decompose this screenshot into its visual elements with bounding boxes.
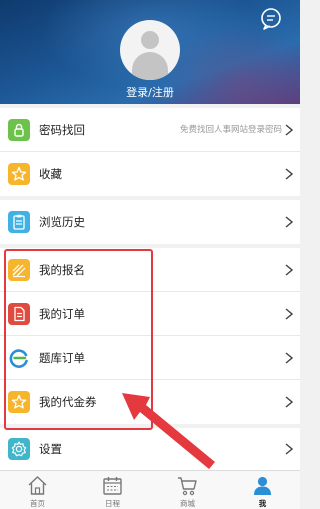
cart-icon <box>178 477 197 496</box>
tab-home-label: 首页 <box>30 499 45 508</box>
tab-schedule[interactable]: 日程 <box>75 471 150 509</box>
tab-me-label: 我 <box>258 499 267 508</box>
highlight-arrow-icon <box>122 393 215 469</box>
calendar-icon <box>103 477 122 495</box>
tab-mall[interactable]: 商城 <box>150 471 225 509</box>
profile-page: 登录/注册 密码找回 免费找回人事网站登录密码 收藏 浏览历史 我的报名 我的订… <box>0 0 300 509</box>
bottom-tab-bar: 首页 日程 商城 我 <box>0 470 300 509</box>
tab-me[interactable]: 我 <box>225 471 300 509</box>
tab-mall-label: 商城 <box>180 499 195 508</box>
tab-schedule-label: 日程 <box>105 499 120 508</box>
person-icon <box>254 476 271 495</box>
home-icon <box>28 476 47 495</box>
tab-home[interactable]: 首页 <box>0 471 75 509</box>
